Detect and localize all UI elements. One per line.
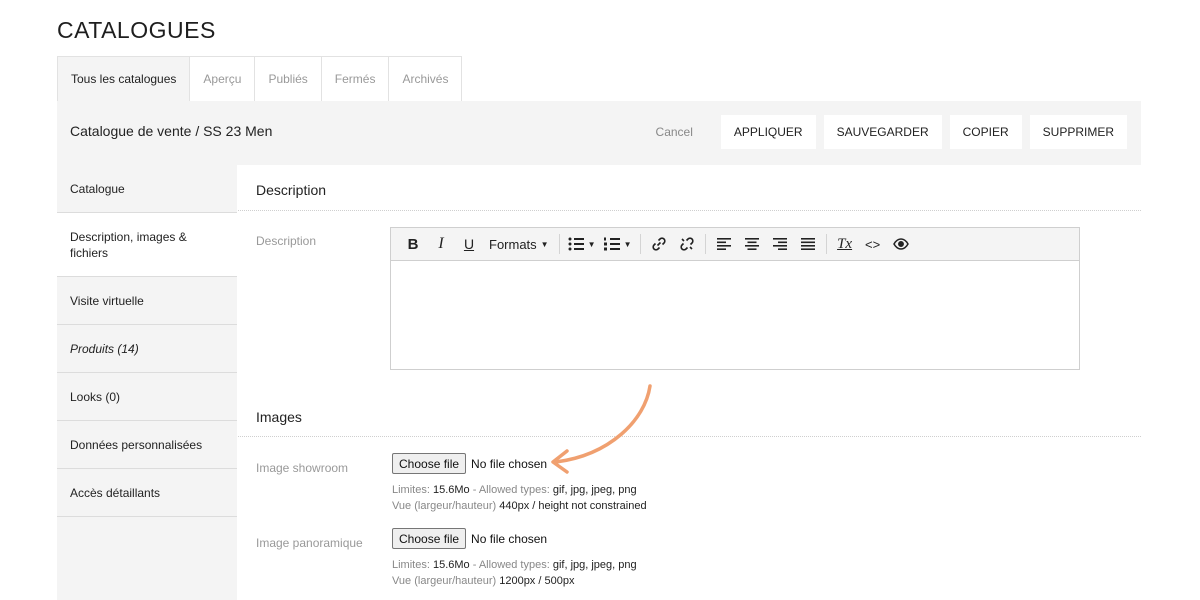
annotation-arrow-icon xyxy=(551,384,652,474)
